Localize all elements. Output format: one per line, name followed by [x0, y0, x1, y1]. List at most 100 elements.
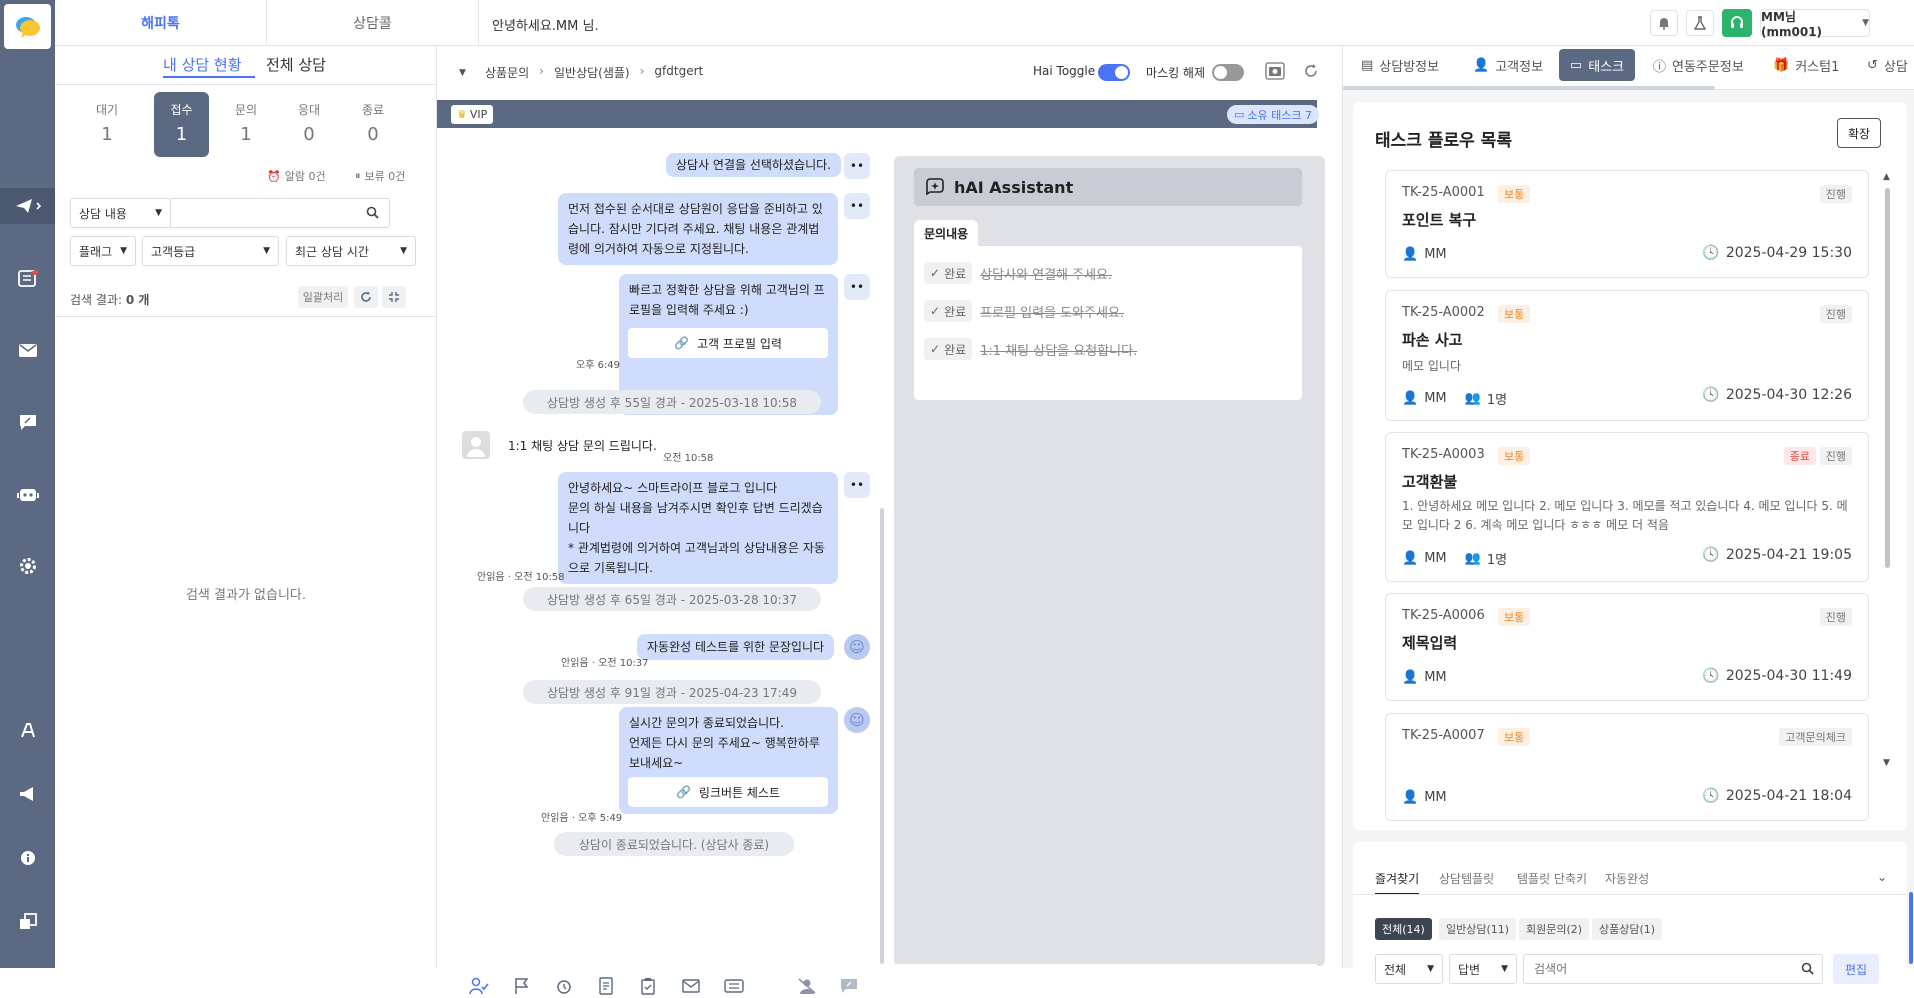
task-card[interactable]: TK-25-A0006 보통 진행 제목입력 👤 MM 🕓 2025-04-30 1… — [1385, 593, 1869, 701]
alarm-icon[interactable] — [552, 974, 576, 998]
chip-general[interactable]: 일반상담(11) — [1439, 918, 1517, 940]
headset-icon[interactable] — [1722, 9, 1752, 37]
tab-call[interactable]: 상담콜 — [267, 0, 479, 46]
nav-bot-icon[interactable] — [0, 476, 55, 512]
search-icon[interactable] — [366, 206, 379, 219]
nav-mail-icon[interactable] — [0, 332, 55, 368]
task-card[interactable]: TK-25-A0007 보통 고객문의체크 👤 MM 🕓 2025-04-21 18… — [1385, 713, 1869, 821]
checklist-text: 상담사와 연결해 주세요. — [980, 267, 1113, 283]
chevron-down-icon[interactable]: ▼ — [459, 68, 466, 78]
tab-scrollbar[interactable] — [1343, 86, 1715, 90]
panel-scroll-indicator[interactable] — [1909, 892, 1913, 964]
task-card[interactable]: TK-25-A0003 보통 종료 진행 고객환불 1. 안녕하세요 메모 입니… — [1385, 432, 1869, 582]
tab-customer-info[interactable]: 👤 고객정보 — [1473, 56, 1543, 75]
tab-autocomplete[interactable]: 자동완성 — [1605, 870, 1649, 887]
stat-waiting[interactable]: 대기 1 — [82, 101, 132, 161]
category-select[interactable]: 전체 ▼ — [1375, 954, 1443, 984]
edit-button[interactable]: 편집 — [1833, 954, 1879, 984]
tab-history[interactable]: ↺ 상담 — [1867, 56, 1908, 75]
clock-icon: 🕓 — [1702, 245, 1720, 261]
alarm-count[interactable]: ⏰ 알람 0건 — [267, 168, 326, 184]
tab-room-info[interactable]: ▤ 상담방정보 — [1361, 56, 1439, 75]
nav-windows-icon[interactable] — [0, 904, 55, 940]
tab-templates[interactable]: 상담템플릿 — [1439, 870, 1494, 887]
search-input[interactable] — [170, 198, 390, 228]
agent-check-icon[interactable] — [467, 974, 491, 998]
breadcrumb-item[interactable]: 일반상담(샘플) — [554, 64, 630, 81]
breadcrumb-item[interactable]: 상품문의 — [485, 64, 529, 81]
memo-icon[interactable] — [594, 974, 618, 998]
tab-inquiry-content[interactable]: 문의내용 — [914, 220, 979, 246]
grade-filter[interactable]: 고객등급 ▼ — [142, 236, 279, 266]
chip-product[interactable]: 상품상담(1) — [1592, 918, 1663, 940]
nav-comment-icon[interactable] — [0, 404, 55, 440]
breadcrumb-item[interactable]: gfdtgert — [654, 64, 703, 81]
chevron-down-icon: ▼ — [263, 246, 270, 256]
hold-count[interactable]: ⏸ 보류 0건 — [355, 168, 405, 184]
task-card[interactable]: TK-25-A0002 보통 진행 파손 사고 메모 입니다 👤 MM 👥 1명 🕓 2… — [1385, 290, 1869, 421]
collapse-icon[interactable] — [382, 286, 406, 308]
clipboard-check-icon[interactable] — [636, 974, 660, 998]
tab-task[interactable]: ▭ 태스크 — [1559, 49, 1635, 81]
refresh-icon[interactable] — [354, 286, 378, 308]
stat-inquiry[interactable]: 문의 1 — [221, 101, 271, 161]
nav-list-icon[interactable] — [0, 260, 55, 296]
user-icon: 👤 — [1402, 247, 1419, 262]
chip-member[interactable]: 회원문의(2) — [1519, 918, 1590, 940]
stat-responding[interactable]: 응대 0 — [284, 101, 334, 161]
flag-filter[interactable]: 플래그 ▼ — [70, 236, 136, 266]
nav-settings-icon[interactable] — [0, 548, 55, 584]
profile-input-button[interactable]: 🔗 고객 프로필 입력 — [628, 328, 828, 358]
bot-avatar-icon: •• — [844, 472, 870, 498]
batch-button[interactable]: 일괄처리 — [298, 286, 348, 308]
flask-icon[interactable] — [1686, 10, 1714, 36]
nav-send-icon[interactable] — [0, 188, 55, 224]
mask-toggle[interactable] — [1212, 64, 1244, 81]
tab-custom1[interactable]: 🎁 커스텀1 — [1773, 56, 1839, 75]
reload-icon[interactable] — [1303, 63, 1319, 79]
tab-my-consult[interactable]: 내 상담 현황 — [163, 54, 242, 75]
camera-icon[interactable] — [1265, 62, 1285, 80]
user-menu[interactable]: MM님(mm001) ▼ — [1760, 9, 1870, 39]
chip-all[interactable]: 전체(14) — [1375, 918, 1432, 940]
app-logo[interactable] — [4, 4, 51, 49]
tab-template-shortcuts[interactable]: 템플릿 단축키 — [1517, 870, 1587, 887]
template-search-input[interactable] — [1523, 954, 1823, 984]
tab-order-info[interactable]: ⓘ 연동주문정보 — [1653, 56, 1744, 75]
ticket-icon[interactable] — [722, 974, 746, 998]
nav-brush-icon[interactable] — [0, 712, 55, 748]
search-icon[interactable] — [1801, 962, 1814, 975]
stat-received[interactable]: 접수 1 — [154, 92, 209, 157]
type-select[interactable]: 답변 ▼ — [1449, 954, 1517, 984]
flag-icon[interactable] — [510, 974, 534, 998]
chat-scrollbar[interactable] — [880, 508, 884, 964]
search-type-select[interactable]: 상담 내용 ▼ — [70, 198, 170, 228]
chat-header-bar — [437, 100, 1317, 128]
stat-label: 응대 — [297, 103, 321, 117]
sort-filter[interactable]: 최근 상담 시간 ▼ — [286, 236, 416, 266]
mute-user-icon[interactable] — [795, 974, 819, 998]
tab-favorites[interactable]: 즐겨찾기 — [1375, 870, 1420, 895]
task-card[interactable]: TK-25-A0001 보통 진행 포인트 복구 👤 MM 🕓 2025-04-29… — [1385, 170, 1869, 278]
own-task-badge[interactable]: ▭ 소유 태스크 7 — [1227, 105, 1319, 124]
hai-toggle[interactable] — [1098, 64, 1130, 81]
chat-logo-icon — [15, 16, 40, 38]
expand-button[interactable]: 확장 — [1837, 118, 1881, 148]
nav-info-icon[interactable] — [0, 840, 55, 876]
bell-icon[interactable] — [1650, 10, 1678, 36]
comment-edit-icon[interactable] — [837, 974, 861, 998]
top-bar: 해피톡 상담콜 안녕하세요.MM 님. MM님(mm001) ▼ — [55, 0, 1914, 46]
message-time: 오후 6:49 — [576, 360, 621, 371]
tab-happytalk[interactable]: 해피톡 — [55, 0, 267, 46]
chevron-down-icon[interactable]: ⌄ — [1877, 870, 1887, 884]
nav-megaphone-icon[interactable] — [0, 776, 55, 812]
tab-all-consult[interactable]: 전체 상담 — [266, 54, 326, 75]
mail-icon[interactable] — [679, 974, 703, 998]
task-scrollbar[interactable]: ▲ ▼ — [1883, 172, 1891, 772]
system-notice: 상담방 생성 후 91일 경과 - 2025-04-23 17:49 — [523, 680, 821, 704]
stat-closed[interactable]: 종료 0 — [348, 101, 398, 161]
link-button[interactable]: 🔗 링크버튼 체스트 — [628, 777, 828, 807]
consult-list-panel: 내 상담 현황 전체 상담 대기 1 접수 1 문의 1 응대 0 종료 0 ⏰ 알람 0건… — [55, 46, 437, 968]
link-icon: 🔗 — [674, 336, 690, 350]
done-badge: ✓ 완료 — [924, 262, 973, 284]
